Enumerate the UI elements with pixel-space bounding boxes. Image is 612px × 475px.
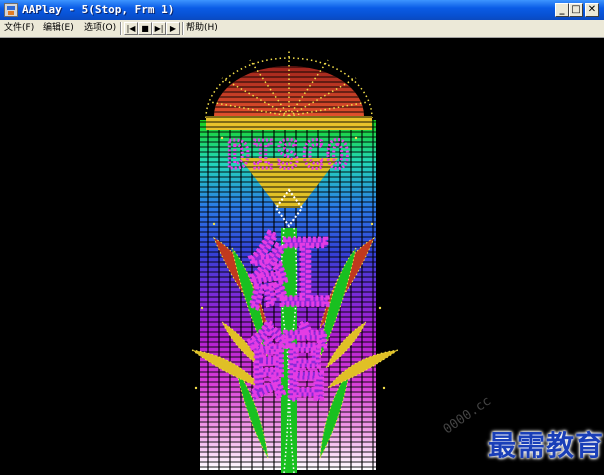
minimize-button[interactable]: _ <box>555 3 569 17</box>
window-title: AAPlay - 5(Stop, Frm 1) <box>22 3 175 16</box>
step-frame-button[interactable]: ▶| <box>152 22 166 35</box>
toolbar-separator <box>120 22 122 35</box>
menu-file[interactable]: 文件(F) <box>4 22 34 35</box>
watermark-logo: 最需教育 <box>488 429 605 462</box>
disco-sign: DISCO <box>227 133 351 177</box>
animation-canvas[interactable]: DISCO 紅 館 <box>0 38 604 475</box>
menu-options[interactable]: 选项(O) <box>84 22 116 35</box>
disco-artwork: DISCO 紅 館 <box>190 50 399 474</box>
toolbar-separator <box>182 22 184 35</box>
app-window: AAPlay - 5(Stop, Frm 1) _ □ ✕ 文件(F) 编辑(E… <box>0 0 604 475</box>
maximize-button[interactable]: □ <box>569 3 583 17</box>
menu-edit[interactable]: 编辑(E) <box>43 22 74 35</box>
neon-char-hall: 館 <box>248 316 330 412</box>
app-icon[interactable] <box>4 3 18 17</box>
play-button[interactable]: ▶ <box>166 22 180 35</box>
title-bar[interactable]: AAPlay - 5(Stop, Frm 1) _ □ ✕ <box>0 0 604 20</box>
menu-bar: 文件(F) 编辑(E) 选项(O) |◀ ■ ▶| ▶ 帮助(H) <box>0 20 604 38</box>
stop-button[interactable]: ■ <box>138 22 152 35</box>
neon-char-red: 紅 <box>248 226 330 322</box>
menu-help[interactable]: 帮助(H) <box>186 22 218 35</box>
close-button[interactable]: ✕ <box>585 3 599 17</box>
rewind-button[interactable]: |◀ <box>124 22 138 35</box>
